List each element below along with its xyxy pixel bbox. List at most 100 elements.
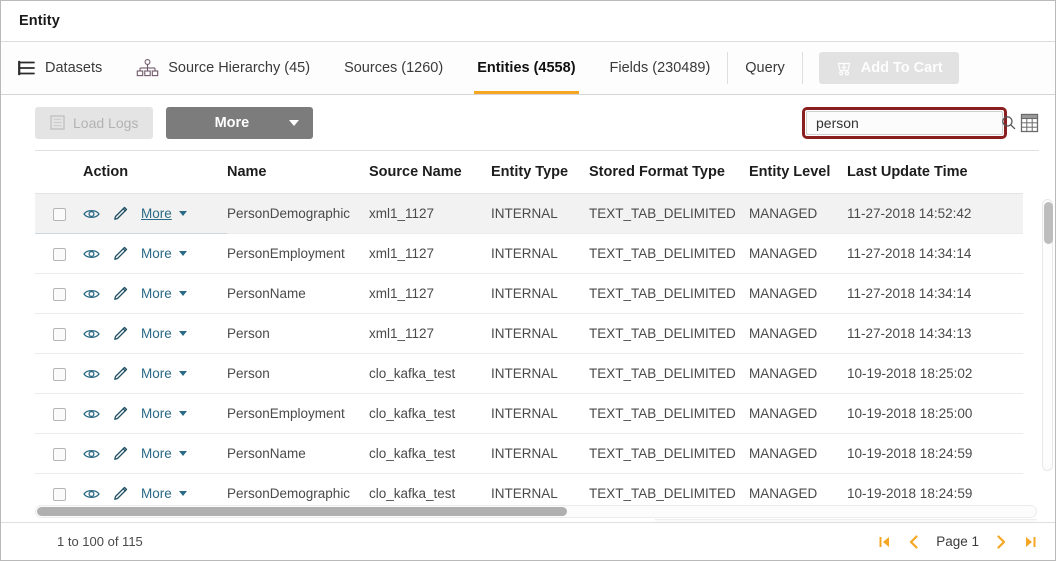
edit-icon[interactable]: [113, 206, 128, 221]
tab-source-hierarchy[interactable]: Source Hierarchy (45): [119, 42, 327, 94]
row-checkbox[interactable]: [53, 248, 66, 261]
cell-last-update-time: 10-19-2018 18:24:59: [847, 434, 1023, 474]
row-more-menu[interactable]: More: [141, 406, 187, 421]
table-header: Action Name Source Name Entity Type Stor…: [35, 151, 1023, 194]
shopping-cart-icon: [835, 60, 853, 77]
previous-page-icon[interactable]: [908, 535, 919, 549]
row-select-cell: [35, 354, 83, 394]
table-row[interactable]: MorePersonxml1_1127INTERNALTEXT_TAB_DELI…: [35, 314, 1023, 354]
cell-stored-format-type: TEXT_TAB_DELIMITED: [589, 354, 749, 394]
table-toolbar: Load Logs More: [1, 95, 1055, 150]
table-body: MorePersonDemographicxml1_1127INTERNALTE…: [35, 194, 1023, 514]
load-logs-label: Load Logs: [73, 115, 138, 131]
row-checkbox[interactable]: [53, 328, 66, 341]
edit-icon[interactable]: [113, 366, 128, 381]
document-list-icon: [50, 115, 65, 130]
row-more-menu[interactable]: More: [141, 366, 187, 381]
tab-label: Entities (4558): [477, 60, 575, 76]
add-to-cart-button[interactable]: Add To Cart: [819, 52, 959, 84]
search-input[interactable]: [807, 112, 1001, 134]
cell-source-name: xml1_1127: [369, 234, 491, 274]
last-page-icon[interactable]: [1024, 535, 1037, 549]
row-more-menu[interactable]: More: [141, 206, 187, 221]
tab-sources[interactable]: Sources (1260): [327, 42, 460, 94]
row-checkbox[interactable]: [53, 488, 66, 501]
table-row[interactable]: More Personclo_kafka_testINTERNALTEXT_TAB…: [35, 354, 1023, 394]
cell-last-update-time: 10-19-2018 18:25:02: [847, 354, 1023, 394]
row-select-cell: [35, 194, 83, 234]
cell-entity-level: MANAGED: [749, 314, 847, 354]
row-checkbox[interactable]: [53, 208, 66, 221]
view-icon[interactable]: [83, 288, 100, 300]
column-header-last-update-time[interactable]: Last Update Time: [847, 151, 1023, 194]
cell-source-name: clo_kafka_test: [369, 354, 491, 394]
column-header-stored-format-type[interactable]: Stored Format Type: [589, 151, 749, 194]
cell-entity-type: INTERNAL: [491, 354, 589, 394]
column-header-entity-level[interactable]: Entity Level: [749, 151, 847, 194]
cell-entity-type: INTERNAL: [491, 434, 589, 474]
cell-name: Person: [227, 354, 369, 394]
edit-icon[interactable]: [113, 486, 128, 501]
vertical-scrollbar-thumb[interactable]: [1044, 202, 1053, 244]
cell-entity-type: INTERNAL: [491, 274, 589, 314]
horizontal-scrollbar-thumb[interactable]: [37, 507, 567, 516]
tab-label: Datasets: [45, 60, 102, 76]
page-title: Entity: [19, 13, 60, 29]
next-page-icon[interactable]: [996, 535, 1007, 549]
column-header-source-name[interactable]: Source Name: [369, 151, 491, 194]
column-header-entity-type[interactable]: Entity Type: [491, 151, 589, 194]
chevron-down-icon: [289, 120, 299, 126]
view-icon[interactable]: [83, 408, 100, 420]
edit-icon[interactable]: [113, 406, 128, 421]
table-vertical-scrollbar[interactable]: [1042, 199, 1053, 471]
view-icon[interactable]: [83, 208, 100, 220]
row-more-menu[interactable]: More: [141, 286, 187, 301]
view-icon[interactable]: [83, 448, 100, 460]
edit-icon[interactable]: [113, 246, 128, 261]
row-checkbox[interactable]: [53, 368, 66, 381]
row-select-cell: [35, 394, 83, 434]
tab-entities[interactable]: Entities (4558): [460, 42, 592, 94]
edit-icon[interactable]: [113, 286, 128, 301]
row-checkbox[interactable]: [53, 408, 66, 421]
page-number-label: Page 1: [936, 534, 979, 549]
view-icon[interactable]: [83, 328, 100, 340]
cell-entity-level: MANAGED: [749, 274, 847, 314]
view-icon[interactable]: [83, 248, 100, 260]
row-more-menu[interactable]: More: [141, 486, 187, 501]
edit-icon[interactable]: [113, 446, 128, 461]
tab-fields[interactable]: Fields (230489): [593, 42, 728, 94]
table-row[interactable]: MorePersonNamexml1_1127INTERNALTEXT_TAB_…: [35, 274, 1023, 314]
table-horizontal-scrollbar[interactable]: [35, 505, 1037, 518]
cell-entity-type: INTERNAL: [491, 394, 589, 434]
cell-name: PersonEmployment: [227, 234, 369, 274]
row-more-menu[interactable]: More: [141, 326, 187, 341]
view-icon[interactable]: [83, 368, 100, 380]
column-header-name[interactable]: Name: [227, 151, 369, 194]
row-more-menu[interactable]: More: [141, 246, 187, 261]
table-row[interactable]: MorePersonNameclo_kafka_testINTERNALTEXT…: [35, 434, 1023, 474]
tab-datasets[interactable]: Datasets: [1, 42, 119, 94]
table-row[interactable]: MorePersonEmploymentxml1_1127INTERNALTEX…: [35, 234, 1023, 274]
cell-name: PersonDemographic: [227, 194, 369, 234]
table-row[interactable]: MorePersonEmploymentclo_kafka_testINTERN…: [35, 394, 1023, 434]
row-action-cell: More: [83, 194, 227, 234]
row-more-label: More: [141, 446, 172, 461]
more-actions-button[interactable]: More: [166, 107, 313, 139]
tab-query[interactable]: Query: [728, 42, 802, 94]
search-icon[interactable]: [1001, 115, 1025, 130]
chevron-down-icon: [179, 491, 187, 496]
edit-icon[interactable]: [113, 326, 128, 341]
main-tabbar: Datasets Sou: [1, 42, 1055, 95]
cell-entity-level: MANAGED: [749, 434, 847, 474]
tab-label: Query: [745, 60, 785, 76]
table-row[interactable]: MorePersonDemographicxml1_1127INTERNALTE…: [35, 194, 1023, 234]
view-icon[interactable]: [83, 488, 100, 500]
row-checkbox[interactable]: [53, 448, 66, 461]
chevron-down-icon: [179, 371, 187, 376]
row-more-menu[interactable]: More: [141, 446, 187, 461]
row-checkbox[interactable]: [53, 288, 66, 301]
load-logs-button[interactable]: Load Logs: [35, 107, 153, 139]
column-header-action[interactable]: Action: [83, 151, 227, 194]
first-page-icon[interactable]: [878, 535, 891, 549]
